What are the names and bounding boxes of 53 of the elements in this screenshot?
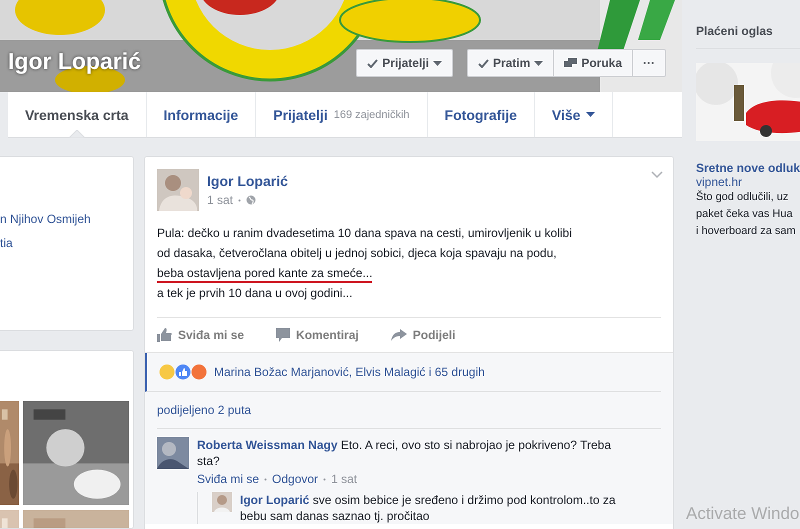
avatar (157, 169, 199, 211)
globe-icon (246, 195, 256, 205)
shares-link[interactable]: podijeljeno 2 puta (157, 392, 661, 429)
post-action-link[interactable]: Sviđa mi se (157, 328, 244, 342)
reaction-icons (159, 364, 207, 380)
caret-icon (586, 112, 596, 117)
comment-author-link[interactable]: Igor Loparić (240, 493, 310, 507)
separator-dot-icon (238, 198, 242, 202)
ad-text: i hoverboard za sam (696, 224, 797, 239)
thumbs-up-icon (157, 328, 172, 342)
reactions-summary[interactable]: Marina Božac Marjanović, Elvis Malagić i 65 drugih (214, 365, 485, 379)
separator-dot-icon (323, 478, 326, 480)
profile-button[interactable]: Pratim (466, 49, 554, 77)
profile-tab[interactable]: Vremenska crta (25, 106, 129, 122)
sidebar-heading: Plaćeni oglas (696, 0, 800, 49)
comment-text: Igor Loparić sve osim bebice je sređeno i držimo pod kontrolom..to za bebu sam danas saznao tj. pročitao (240, 492, 616, 524)
ad-domain: vipnet.hr (696, 175, 744, 189)
intro-link[interactable]: n Njihov Osmijeh (0, 212, 133, 226)
caret-icon (534, 60, 544, 66)
comment-text: Roberta Weissman Nagy Eto. A reci, ovo sto si nabrojao je pokriveno? Treba sta? (197, 437, 612, 469)
message-icon (564, 58, 578, 68)
mutual-friends-count: 169 zajedničkih (334, 108, 410, 120)
post-action-link[interactable]: Komentiraj (276, 328, 359, 342)
profile-button[interactable]: Poruka (554, 49, 633, 77)
intro-link[interactable]: tia (0, 236, 133, 250)
separator-dot-icon (264, 478, 268, 480)
share-arrow-icon (390, 329, 407, 341)
ad-title[interactable]: Sretne nove odluk (696, 161, 800, 175)
profile-button[interactable]: Prijatelji (356, 49, 453, 77)
profile-tab[interactable]: Prijatelji (273, 106, 328, 122)
comment-icon (276, 328, 290, 342)
profile-name: Igor Loparić (8, 48, 142, 76)
comment-action-link[interactable]: Sviđa mi se (197, 472, 260, 486)
chevron-down-icon[interactable] (651, 171, 663, 179)
profile-tab[interactable]: Više (552, 106, 596, 122)
comment-author-link[interactable]: Roberta Weissman Nagy (197, 438, 338, 452)
avatar (157, 437, 189, 469)
post-time: 1 sat (207, 193, 234, 207)
check-icon (367, 58, 378, 68)
check-icon (478, 58, 489, 68)
caret-icon (432, 60, 442, 66)
ad-text: Što god odlučili, uz (696, 189, 790, 205)
activation-notice: Activate Windo (686, 504, 800, 524)
post-author[interactable]: Igor Loparić (207, 173, 288, 189)
comment-action-link[interactable]: Odgovor (272, 472, 318, 486)
ad-text: paket čeka vas Hua (696, 207, 794, 222)
comment-time: 1 sat (331, 472, 358, 486)
more-button[interactable]: ··· (633, 49, 666, 77)
post-action-link[interactable]: Podijeli (390, 328, 456, 342)
profile-tab[interactable]: Fotografije (444, 106, 517, 122)
avatar (212, 492, 232, 512)
post-text: Pula: dečko u ranim dvadesetima 10 dana spava na cesti, umirovljenik u kolibi od dasaka, četveročlana obitelj u jednoj sobici, djeca koja spavaju na podu, beba ostavljena pored kante za smeće... a tek je prvih 10 dana u ovoj godini... (157, 225, 573, 302)
profile-tab[interactable]: Informacije (164, 106, 238, 122)
